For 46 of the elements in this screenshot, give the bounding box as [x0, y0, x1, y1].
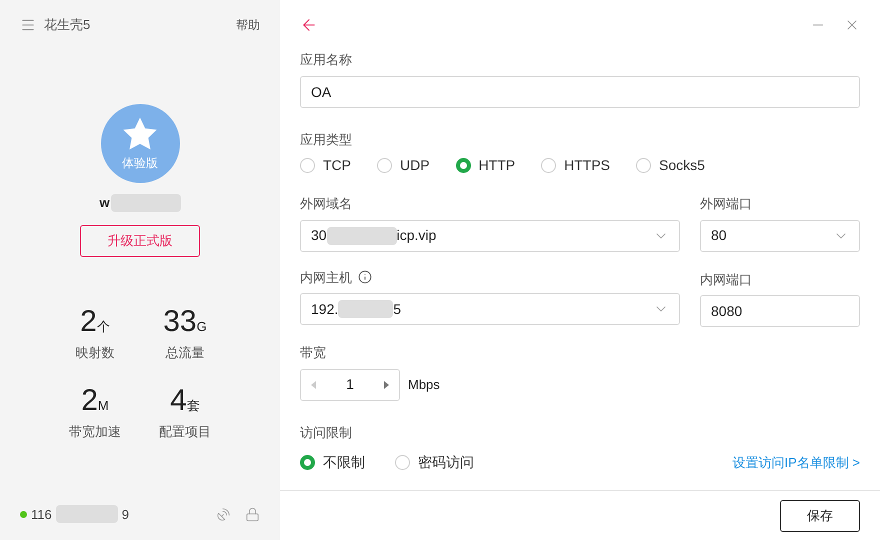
satellite-dish-icon[interactable]: [216, 506, 231, 522]
stat-label: 总流量: [166, 344, 204, 362]
radio-option[interactable]: TCP: [300, 155, 351, 176]
field-label: 外网端口: [700, 195, 753, 213]
upgrade-button[interactable]: 升级正式版: [80, 224, 200, 256]
field-label: 应用名称: [300, 51, 353, 69]
redacted-block: [326, 226, 397, 244]
info-icon[interactable]: [358, 270, 372, 284]
ip-address-end: 9: [122, 506, 129, 524]
stat-label: 配置项目: [159, 423, 211, 441]
app-title: 花生壳5: [44, 16, 90, 34]
radio-option[interactable]: UDP: [377, 155, 430, 176]
field-label: 访问限制: [300, 424, 353, 442]
stat-value: 2M: [81, 386, 109, 416]
field-label: 应用类型: [300, 130, 353, 148]
field-label: 带宽: [300, 344, 327, 362]
radio-option[interactable]: 密码访问: [395, 452, 474, 473]
redacted-block: [338, 300, 394, 318]
badge-label: 体验版: [122, 154, 158, 172]
star-icon: [121, 116, 159, 152]
stat-value: 33G: [163, 306, 207, 336]
input-field[interactable]: OA: [300, 76, 860, 108]
radio-option[interactable]: 不限制: [300, 452, 365, 473]
dropdown-field[interactable]: 80: [700, 220, 860, 252]
lock-icon[interactable]: [245, 506, 260, 522]
radio-option[interactable]: Socks5: [636, 155, 705, 176]
dropdown-field[interactable]: 30 icp.vip: [300, 220, 680, 252]
field-label: 内网端口: [700, 270, 753, 288]
input-field[interactable]: 8080: [700, 295, 860, 327]
unit-label: Mbps: [408, 376, 440, 394]
menu-icon[interactable]: [20, 17, 36, 33]
radio-option[interactable]: HTTPS: [541, 155, 610, 176]
dropdown-field[interactable]: 192. 5: [300, 293, 680, 325]
field-label: 外网域名: [300, 195, 353, 213]
radio-option[interactable]: HTTP: [456, 155, 516, 176]
save-button[interactable]: 保存: [780, 500, 860, 532]
stat-label: 映射数: [76, 344, 114, 362]
username: w: [99, 194, 110, 212]
ip-address: 116: [31, 506, 52, 524]
stat-value: 4套: [170, 386, 200, 416]
increment-icon[interactable]: [384, 380, 389, 388]
stat-label: 带宽加速: [69, 423, 121, 441]
number-stepper[interactable]: 1: [300, 368, 400, 400]
stat-value: 2个: [80, 306, 110, 336]
help-link[interactable]: 帮助: [236, 16, 260, 34]
field-label: 内网主机: [300, 268, 352, 286]
